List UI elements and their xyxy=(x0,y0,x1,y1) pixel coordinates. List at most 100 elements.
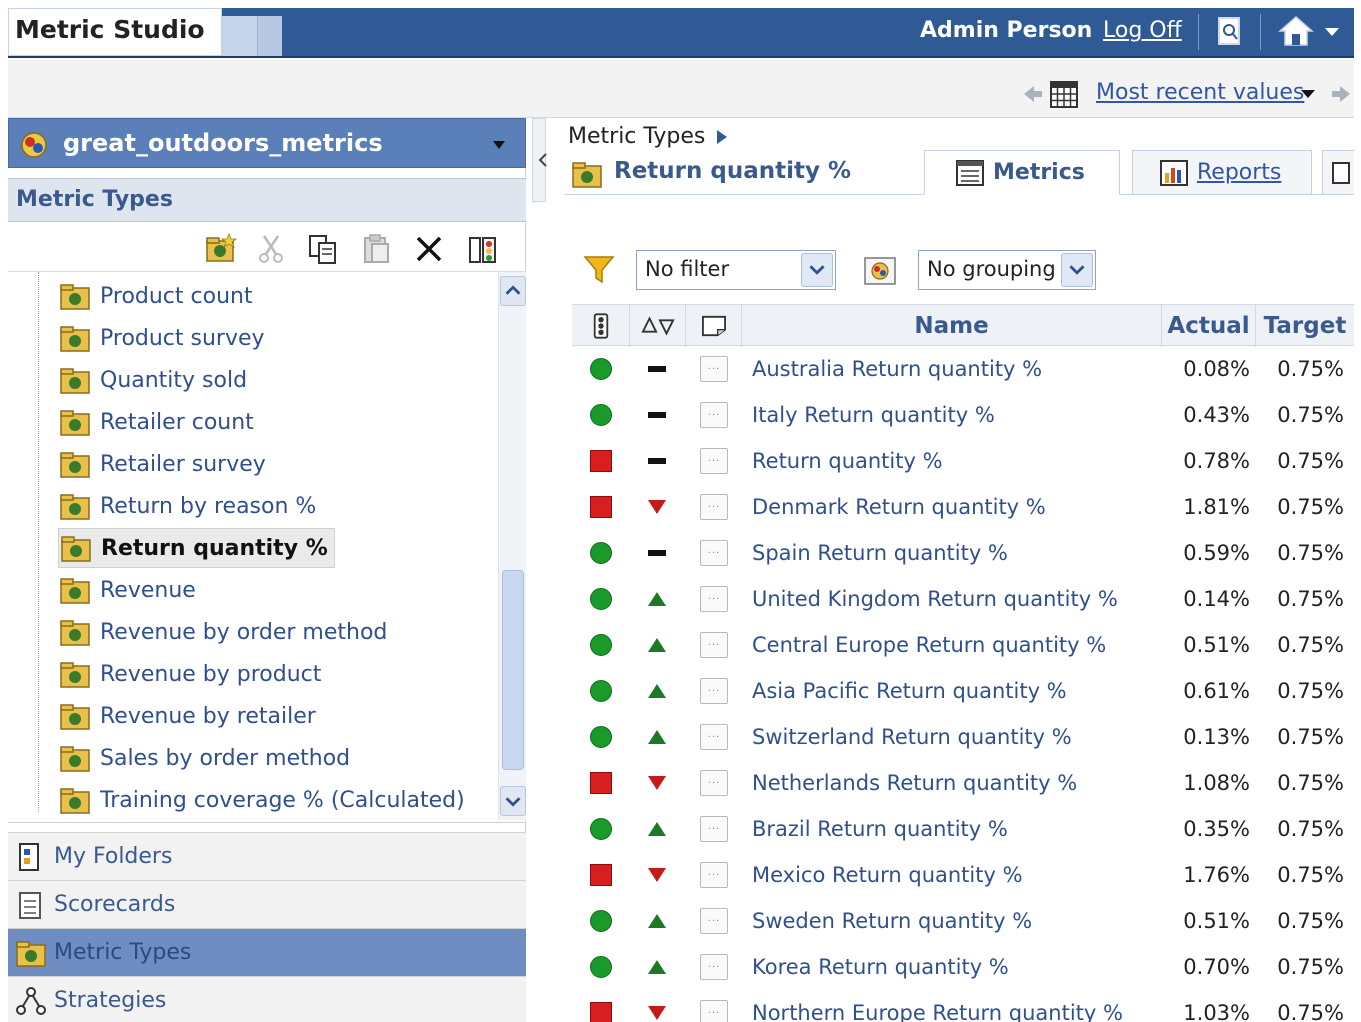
metric-name-cell[interactable]: Northern Europe Return quantity % xyxy=(752,990,1162,1022)
filter-icon[interactable] xyxy=(582,252,616,286)
metric-name-cell[interactable]: Brazil Return quantity % xyxy=(752,806,1162,852)
actual-column-header[interactable]: Actual xyxy=(1162,305,1256,347)
table-row[interactable]: ··· Australia Return quantity % 0.08% 0.75% xyxy=(572,346,1354,392)
chevron-down-icon[interactable] xyxy=(1322,22,1342,42)
metric-name-link[interactable]: Netherlands Return quantity % xyxy=(752,771,1077,795)
note-icon[interactable]: ··· xyxy=(700,586,728,612)
metric-name-cell[interactable]: Netherlands Return quantity % xyxy=(752,760,1162,806)
target-column-header[interactable]: Target xyxy=(1256,305,1354,347)
note-icon[interactable]: ··· xyxy=(700,954,728,980)
tab-metrics[interactable]: Metrics xyxy=(924,150,1120,195)
filter-select[interactable]: No filter xyxy=(636,250,836,290)
metric-name-cell[interactable]: Central Europe Return quantity % xyxy=(752,622,1162,668)
metric-name-link[interactable]: Switzerland Return quantity % xyxy=(752,725,1072,749)
most-recent-values-link[interactable]: Most recent values xyxy=(1096,80,1304,105)
note-cell[interactable]: ··· xyxy=(700,392,728,438)
metric-name-link[interactable]: United Kingdom Return quantity % xyxy=(752,587,1118,611)
note-cell[interactable]: ··· xyxy=(700,622,728,668)
delete-icon[interactable] xyxy=(412,232,446,266)
nav-strategies[interactable]: Strategies xyxy=(8,976,526,1022)
metric-name-link[interactable]: Brazil Return quantity % xyxy=(752,817,1008,841)
chevron-down-icon[interactable] xyxy=(1298,84,1318,104)
note-icon[interactable]: ··· xyxy=(700,402,728,428)
nav-my-folders[interactable]: My Folders xyxy=(8,832,526,880)
table-row[interactable]: ··· Mexico Return quantity % 1.76% 0.75% xyxy=(572,852,1354,898)
metric-name-link[interactable]: Central Europe Return quantity % xyxy=(752,633,1106,657)
tree-item[interactable]: Quantity sold xyxy=(58,360,247,400)
table-row[interactable]: ··· Spain Return quantity % 0.59% 0.75% xyxy=(572,530,1354,576)
note-icon[interactable]: ··· xyxy=(700,1000,728,1022)
collapse-pane-handle[interactable] xyxy=(532,118,547,202)
tree-item[interactable]: Revenue by order method xyxy=(58,612,387,652)
tree-item[interactable]: Retailer count xyxy=(58,402,254,442)
metric-name-cell[interactable]: Mexico Return quantity % xyxy=(752,852,1162,898)
note-cell[interactable]: ··· xyxy=(700,944,728,990)
tree-item[interactable]: Revenue by retailer xyxy=(58,696,316,736)
note-icon[interactable]: ··· xyxy=(700,862,728,888)
tree-item[interactable]: Training coverage % (Calculated) xyxy=(58,780,465,820)
tree-item[interactable]: Return by reason % xyxy=(58,486,316,526)
note-cell[interactable]: ··· xyxy=(700,484,728,530)
tree-item[interactable]: Product count xyxy=(58,276,253,316)
note-icon[interactable]: ··· xyxy=(700,448,728,474)
nav-scorecards[interactable]: Scorecards xyxy=(8,880,526,928)
arrow-left-icon[interactable] xyxy=(1020,82,1046,106)
metric-name-cell[interactable]: United Kingdom Return quantity % xyxy=(752,576,1162,622)
notes-column-header[interactable] xyxy=(686,305,742,347)
table-row[interactable]: ··· Brazil Return quantity % 0.35% 0.75% xyxy=(572,806,1354,852)
table-row[interactable]: ··· Switzerland Return quantity % 0.13% 0.7… xyxy=(572,714,1354,760)
note-icon[interactable]: ··· xyxy=(700,494,728,520)
trend-column-header[interactable] xyxy=(630,305,686,347)
note-icon[interactable]: ··· xyxy=(700,356,728,382)
table-row[interactable]: ··· Northern Europe Return quantity % 1.03… xyxy=(572,990,1354,1022)
note-icon[interactable]: ··· xyxy=(700,908,728,934)
name-column-header[interactable]: Name xyxy=(742,305,1162,347)
tree-item[interactable]: Product survey xyxy=(58,318,265,358)
filter-dropdown-button[interactable] xyxy=(801,253,833,287)
table-row[interactable]: ··· Return quantity % 0.78% 0.75% xyxy=(572,438,1354,484)
tree-item[interactable]: Sales by order method xyxy=(58,738,350,778)
banner-tab[interactable] xyxy=(258,16,282,56)
metric-name-link[interactable]: Sweden Return quantity % xyxy=(752,909,1032,933)
table-row[interactable]: ··· Central Europe Return quantity % 0.51%… xyxy=(572,622,1354,668)
arrow-right-icon[interactable] xyxy=(1330,82,1354,106)
cut-icon[interactable] xyxy=(254,232,288,266)
breadcrumb-link[interactable]: Metric Types xyxy=(568,124,705,149)
table-row[interactable]: ··· Sweden Return quantity % 0.51% 0.75% xyxy=(572,898,1354,944)
metric-name-link[interactable]: Mexico Return quantity % xyxy=(752,863,1023,887)
grouping-icon[interactable] xyxy=(862,252,898,288)
nav-metric-types[interactable]: Metric Types xyxy=(8,928,526,976)
pane-divider[interactable] xyxy=(528,118,550,1022)
metric-name-cell[interactable]: Sweden Return quantity % xyxy=(752,898,1162,944)
page-view-icon[interactable] xyxy=(1216,16,1244,46)
metric-name-link[interactable]: Return quantity % xyxy=(752,449,943,473)
metric-name-link[interactable]: Spain Return quantity % xyxy=(752,541,1008,565)
note-cell[interactable]: ··· xyxy=(700,668,728,714)
metric-name-link[interactable]: Korea Return quantity % xyxy=(752,955,1009,979)
metric-name-link[interactable]: Northern Europe Return quantity % xyxy=(752,1001,1123,1022)
table-row[interactable]: ··· Asia Pacific Return quantity % 0.61% 0.… xyxy=(572,668,1354,714)
properties-icon[interactable] xyxy=(466,232,500,266)
grouping-dropdown-button[interactable] xyxy=(1061,253,1093,287)
metric-name-cell[interactable]: Korea Return quantity % xyxy=(752,944,1162,990)
note-cell[interactable]: ··· xyxy=(700,806,728,852)
note-cell[interactable]: ··· xyxy=(700,990,728,1022)
table-row[interactable]: ··· Netherlands Return quantity % 1.08% 0.7… xyxy=(572,760,1354,806)
table-row[interactable]: ··· Korea Return quantity % 0.70% 0.75% xyxy=(572,944,1354,990)
scroll-down-button[interactable] xyxy=(500,786,526,816)
metric-name-link[interactable]: Denmark Return quantity % xyxy=(752,495,1046,519)
tree-item[interactable]: Revenue xyxy=(58,570,196,610)
copy-icon[interactable] xyxy=(306,232,340,266)
note-icon[interactable]: ··· xyxy=(700,724,728,750)
metric-name-link[interactable]: Australia Return quantity % xyxy=(752,357,1042,381)
note-cell[interactable]: ··· xyxy=(700,898,728,944)
note-icon[interactable]: ··· xyxy=(700,678,728,704)
table-row[interactable]: ··· Denmark Return quantity % 1.81% 0.75% xyxy=(572,484,1354,530)
note-cell[interactable]: ··· xyxy=(700,714,728,760)
note-cell[interactable]: ··· xyxy=(700,438,728,484)
metric-name-cell[interactable]: Asia Pacific Return quantity % xyxy=(752,668,1162,714)
metric-name-cell[interactable]: Switzerland Return quantity % xyxy=(752,714,1162,760)
chevron-down-icon[interactable] xyxy=(489,137,509,153)
note-icon[interactable]: ··· xyxy=(700,540,728,566)
table-row[interactable]: ··· United Kingdom Return quantity % 0.14%… xyxy=(572,576,1354,622)
